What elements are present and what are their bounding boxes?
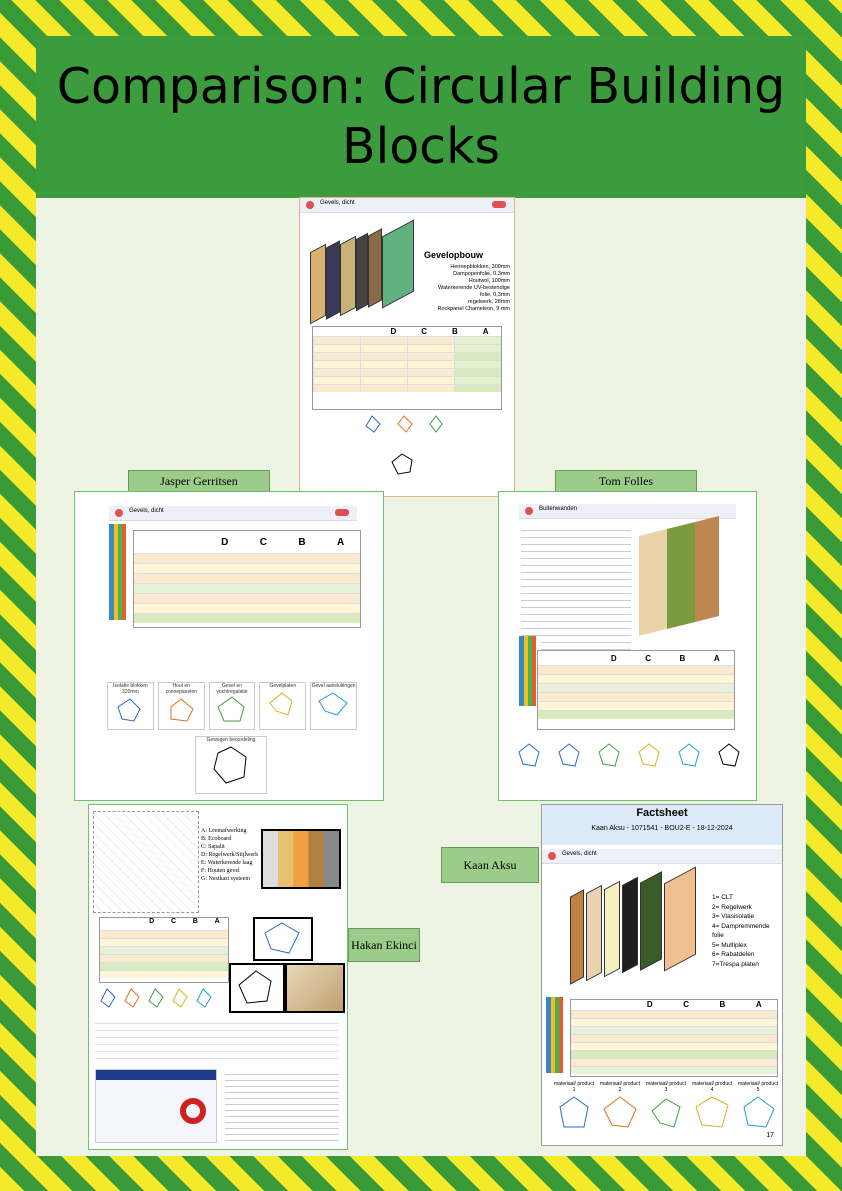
name-label-kaan: Kaan Aksu <box>441 847 539 883</box>
section-drawing <box>93 811 199 913</box>
factsheet-banner: Factsheet Kaan Aksu - 1071541 - BOU2-E -… <box>542 805 782 845</box>
total-radar: Gewogen beoordeling <box>195 736 267 794</box>
name-label-hakan: Hakan Ekinci <box>348 928 420 962</box>
kaan-panel: Factsheet Kaan Aksu - 1071541 - BOU2-E -… <box>541 804 783 1146</box>
radar-caption: Isolatie blokken 320mm <box>113 683 148 695</box>
criteria-legend <box>109 524 131 620</box>
toolbar: Gevels, dicht <box>300 198 514 213</box>
layer-notes <box>521 524 631 654</box>
heading: Gevelopbouw <box>424 250 484 260</box>
total-radar <box>229 963 285 1013</box>
layers-illustration <box>570 866 700 987</box>
radar-charts <box>518 743 740 767</box>
radar-caption: materiaal/ product 4 <box>691 1081 733 1093</box>
assessment-matrix: DCBA <box>537 650 735 730</box>
jasper-panel: Gevels, dicht DCBA Isolatie blokken 320m… <box>74 491 384 801</box>
layers-illustration <box>261 829 341 889</box>
calc-tables <box>95 1017 339 1063</box>
formula-text <box>225 1069 339 1141</box>
name-label-tom: Tom Folles <box>555 470 697 492</box>
hakan-panel: A: Leemafwerking B: Ecoboard C: Sapalit D: … <box>88 804 348 1150</box>
radar-caption: materiaal/ product 5 <box>737 1081 779 1093</box>
radar-caption: Gevel en vochtregulatie <box>216 683 248 695</box>
layers-list: 1= CLT 2= Regelwerk 3= Vlasisolatie 4= Damp… <box>712 894 770 968</box>
wall-illustration <box>639 516 719 636</box>
logo-icon <box>548 852 556 860</box>
radar-caption: materiaal/ product 2 <box>599 1081 641 1093</box>
block-photo <box>285 963 345 1013</box>
radar-row: Isolatie blokken 320mm Hout en zonnepane… <box>107 682 357 730</box>
layers-list: Hennepblokken, 300mm Dampopenfolie, 0,3m… <box>437 264 510 312</box>
toolbar: Gevels, dicht <box>542 849 782 864</box>
layer-legend: A: Leemafwerking B: Ecoboard C: Sapalit D: … <box>201 828 259 882</box>
close-icon <box>492 201 506 208</box>
toolbar-title: Gevels, dicht <box>562 851 597 857</box>
layers-illustration <box>310 219 420 325</box>
factsheet-title: Factsheet <box>636 807 688 819</box>
top-panel: Gevels, dicht Gevelopbouw Hennepblokken,… <box>299 197 515 497</box>
radar-charts <box>100 988 212 1008</box>
close-icon <box>335 509 349 516</box>
assessment-matrix: DCBA <box>133 530 361 628</box>
radar-caption: materiaal/ product 1 <box>553 1081 595 1093</box>
radar-caption: Hout en zonnepanelen <box>165 683 197 695</box>
page-title: Comparison: Circular Building Blocks <box>56 58 786 175</box>
toolbar-title: Gevels, dicht <box>129 508 164 514</box>
toolbar-title: Gevels, dicht <box>320 200 355 206</box>
logo-icon <box>115 509 123 517</box>
radar-chart <box>253 917 313 961</box>
tom-panel: Buitenwanden DCBA <box>498 491 757 801</box>
assessment-matrix: DCBA <box>570 999 778 1077</box>
page-number: 17 <box>766 1132 774 1139</box>
toolbar: Buitenwanden <box>519 504 736 519</box>
poster-page: Comparison: Circular Building Blocks Gev… <box>36 36 806 1156</box>
title-banner: Comparison: Circular Building Blocks <box>36 36 806 198</box>
radar-row: materiaal/ product 1 materiaal/ product … <box>552 1081 778 1131</box>
tool-screenshot <box>95 1069 217 1143</box>
logo-icon <box>306 201 314 209</box>
criteria-legend <box>546 997 568 1073</box>
radar-charts <box>365 415 443 475</box>
name-label-jasper: Jasper Gerritsen <box>128 470 270 492</box>
assessment-matrix: DCBA <box>312 326 502 410</box>
logo-icon <box>525 507 533 515</box>
radar-caption: materiaal/ product 3 <box>645 1081 687 1093</box>
toolbar: Gevels, dicht <box>109 506 357 521</box>
assessment-matrix: DCBA <box>99 917 229 983</box>
toolbar-title: Buitenwanden <box>539 506 578 512</box>
factsheet-subtitle: Kaan Aksu - 1071541 - BOU2-E - 18-12-202… <box>591 825 733 832</box>
